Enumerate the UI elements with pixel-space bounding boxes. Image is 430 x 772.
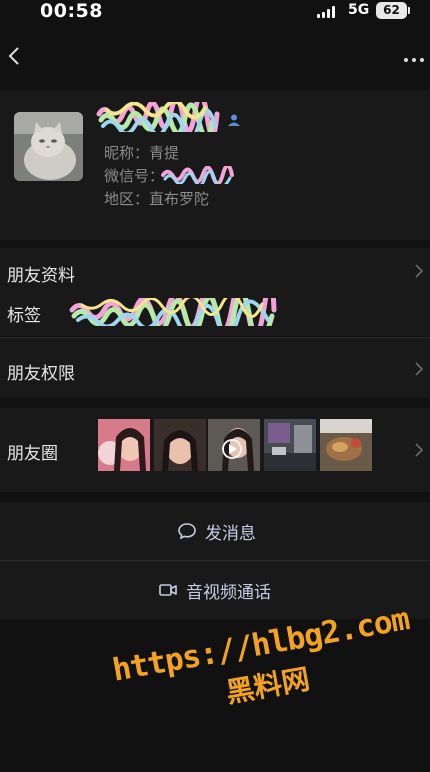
tags-label[interactable]: 标签 [7,301,41,326]
status-time: 00:58 [40,0,103,22]
video-camera-icon [159,584,177,596]
chat-bubble-icon [178,523,196,540]
moment-video-thumbnail[interactable] [208,419,260,471]
send-message-label[interactable]: 发消息 [205,519,256,544]
nickname-value: 青提 [149,144,180,162]
region-label: 地区： [104,190,150,208]
network-type: 5G [348,2,370,18]
nav-bar [0,36,430,76]
profile-header: 昵称：青提 微信号： 地区：直布罗陀 [0,90,430,240]
wechat-id-label: 微信号： [104,167,165,185]
wechat-id-line: 微信号： [104,165,164,186]
chevron-right-icon[interactable] [414,263,424,279]
signal-icon [317,6,339,18]
gender-person-icon [228,114,240,126]
video-call-label[interactable]: 音视频通话 [186,578,271,603]
friend-info-label[interactable]: 朋友资料 [7,261,75,286]
region-line: 地区：直布罗陀 [104,188,209,209]
nickname-label: 昵称： [104,144,150,162]
friend-info-section: 朋友资料 标签 [0,248,430,336]
chevron-right-icon[interactable] [414,361,424,377]
region-value: 直布罗陀 [149,190,210,208]
moments-thumbnails[interactable] [98,419,378,473]
permissions-row[interactable]: 朋友权限 [0,338,430,398]
moments-label[interactable]: 朋友圈 [7,439,58,464]
avatar[interactable] [14,112,83,181]
moment-thumbnail[interactable] [154,419,206,471]
moments-row[interactable]: 朋友圈 [0,408,430,492]
nickname-line: 昵称：青提 [104,142,179,163]
redacted-wechat-id [161,166,234,184]
video-call-content[interactable]: 音视频通话 [158,561,271,619]
back-arrow-icon[interactable] [4,40,32,72]
redacted-nickname [96,102,220,132]
chevron-right-icon[interactable] [414,442,424,458]
send-message-button[interactable]: 发消息 [0,502,430,560]
send-message-content[interactable]: 发消息 [177,502,256,560]
permissions-label[interactable]: 朋友权限 [7,359,75,384]
battery-icon: 62 [376,2,410,19]
status-bar: 00:58 5G 62 [0,0,430,24]
redacted-tags [69,298,277,326]
moment-thumbnail[interactable] [320,419,372,471]
watermark: https://hlbg2.com 黑料网 [100,599,429,731]
more-options-icon[interactable] [400,40,428,72]
moment-thumbnail[interactable] [264,419,316,471]
moment-thumbnail[interactable] [98,419,150,471]
cat-avatar-image [14,112,83,181]
